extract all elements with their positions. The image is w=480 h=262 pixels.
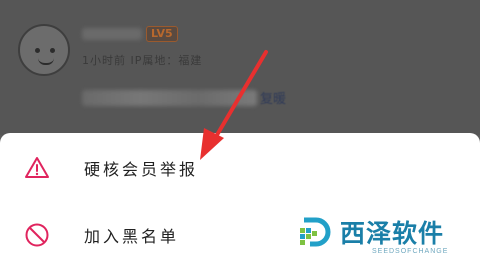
warning-triangle-icon (25, 157, 49, 178)
avatar-eye (35, 48, 40, 53)
comment-text-blurred (82, 90, 257, 106)
dimmed-comment-area: LV5 1小时前 IP属地：福建 复暖 (0, 0, 480, 135)
watermark: 西泽软件 SEEDSOFCHANGE (282, 210, 480, 262)
watermark-title: 西泽软件 (340, 219, 445, 248)
comment-text-tail: 复暖 (260, 92, 287, 107)
block-icon (25, 223, 49, 247)
report-label: 硬核会员举报 (84, 160, 199, 179)
avatar (18, 24, 70, 76)
blacklist-label: 加入黑名单 (84, 227, 180, 246)
comment-meta: 1小时前 IP属地：福建 (82, 54, 203, 67)
avatar-eye (50, 48, 55, 53)
report-option[interactable]: 硬核会员举报 (0, 136, 480, 200)
username-blurred (82, 28, 142, 40)
watermark-logo-icon (300, 217, 331, 247)
level-badge: LV5 (146, 26, 178, 42)
watermark-subtitle: SEEDSOFCHANGE (372, 248, 449, 255)
avatar-mouth (38, 58, 54, 65)
